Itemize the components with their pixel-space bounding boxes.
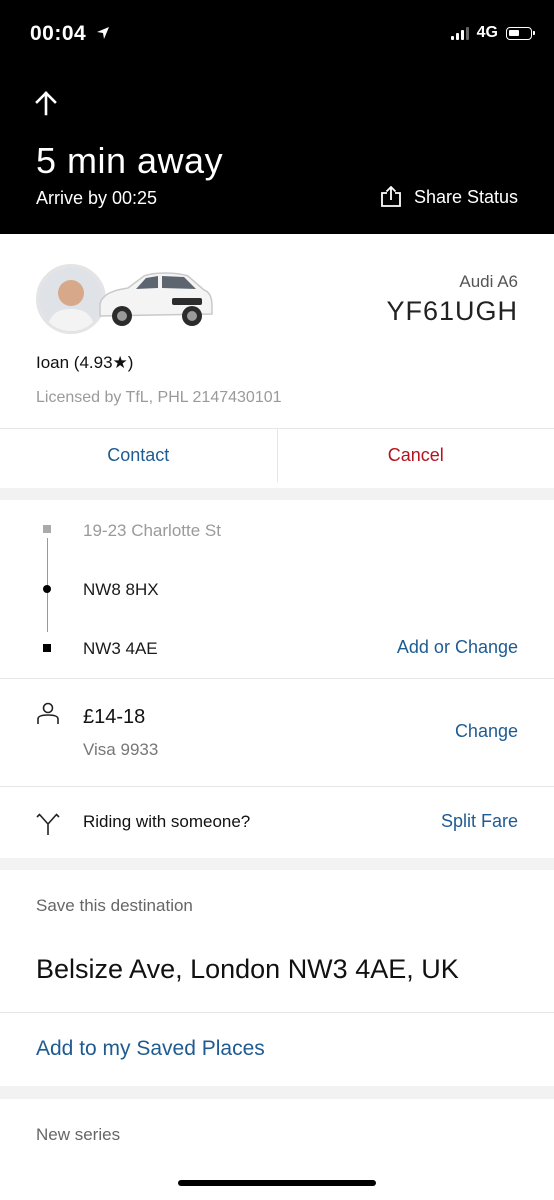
- share-status-label: Share Status: [413, 186, 518, 207]
- trip-details-card: 19-23 Charlotte St NW8 8HX NW3 4AE Add o…: [0, 500, 554, 858]
- split-fare-icon: [36, 813, 60, 835]
- share-status-button[interactable]: Share Status: [380, 186, 518, 208]
- riding-with-someone-text: Riding with someone?: [83, 812, 251, 831]
- driver-actions: Contact Cancel: [0, 428, 554, 482]
- eta-title: 5 min away: [36, 140, 224, 181]
- up-arrow-icon[interactable]: [34, 90, 58, 116]
- share-icon: [381, 186, 401, 207]
- divider: [0, 1012, 554, 1013]
- split-fare-button[interactable]: Split Fare: [441, 811, 518, 832]
- add-or-change-button[interactable]: Add or Change: [397, 637, 518, 658]
- divider: [0, 678, 554, 679]
- driver-card: Audi A6 YF61UGH Ioan (4.93★) Licensed by…: [0, 234, 554, 488]
- stop-destination: NW3 4AE: [83, 639, 158, 658]
- fare-estimate: £14-18: [83, 706, 146, 728]
- stop-marker-icon: [43, 585, 51, 593]
- payment-method: Visa 9933: [83, 740, 159, 759]
- status-time: 00:04: [30, 22, 87, 45]
- new-series-title: New series: [36, 1125, 121, 1144]
- save-destination-title: Save this destination: [36, 896, 193, 915]
- stop-pickup: 19-23 Charlotte St: [83, 521, 221, 540]
- location-arrow-icon: [97, 27, 109, 39]
- trip-header: 00:04 4G 5 min away Arrive by 00:25 Shar…: [0, 0, 554, 234]
- network-type: 4G: [476, 24, 498, 41]
- driver-license: Licensed by TfL, PHL 2147430101: [36, 389, 282, 406]
- cellular-signal-icon: [450, 26, 469, 40]
- driver-name-rating: Ioan (4.93★): [36, 353, 134, 372]
- license-plate: YF61UGH: [386, 296, 518, 326]
- divider: [0, 786, 554, 787]
- change-payment-button[interactable]: Change: [455, 721, 518, 742]
- car-image: [99, 272, 213, 326]
- arrival-time: Arrive by 00:25: [36, 188, 158, 208]
- destination-marker-icon: [43, 644, 51, 652]
- save-destination-card: Save this destination Belsize Ave, Londo…: [0, 870, 554, 1086]
- pickup-marker-icon: [43, 525, 51, 533]
- destination-address: Belsize Ave, London NW3 4AE, UK: [36, 954, 459, 984]
- status-indicators: 4G: [450, 24, 535, 42]
- car-model: Audi A6: [459, 272, 518, 291]
- stop-waypoint: NW8 8HX: [83, 580, 159, 599]
- add-to-saved-places-button[interactable]: Add to my Saved Places: [36, 1037, 265, 1061]
- home-indicator[interactable]: [178, 1180, 376, 1186]
- person-icon: [37, 702, 59, 724]
- contact-button[interactable]: Contact: [0, 429, 278, 482]
- battery-icon: [506, 26, 535, 40]
- cancel-button[interactable]: Cancel: [278, 429, 554, 482]
